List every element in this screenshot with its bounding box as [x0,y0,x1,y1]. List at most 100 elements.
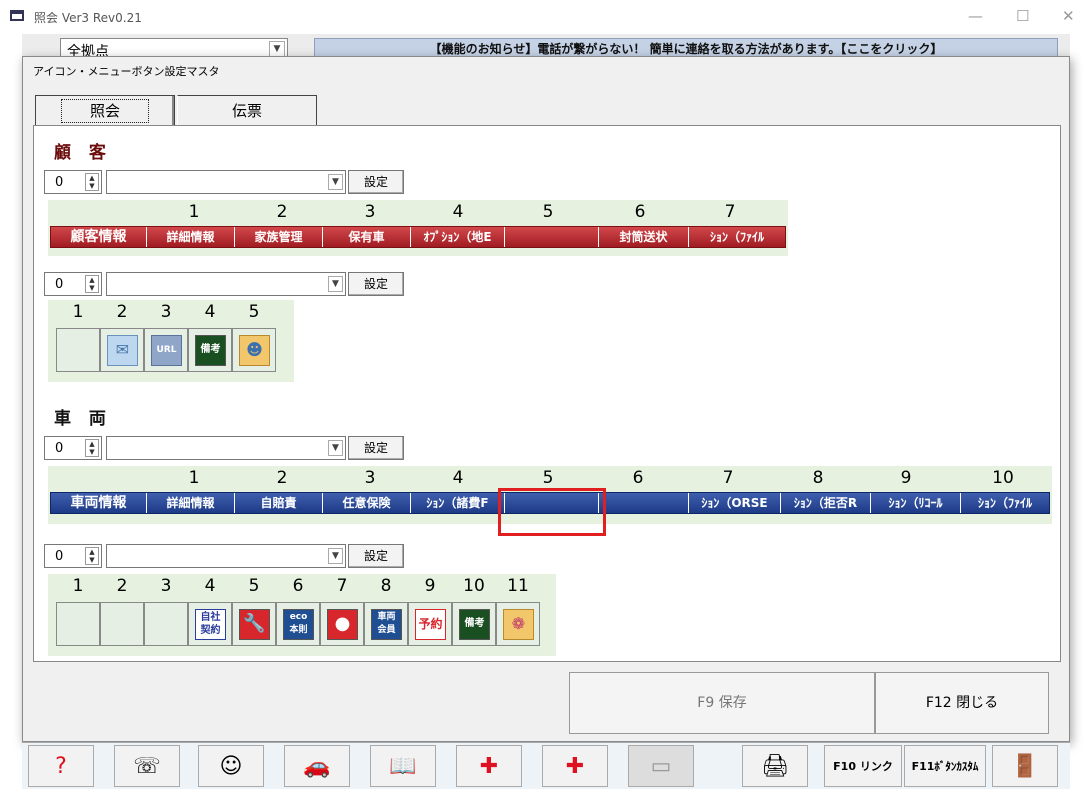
eco-label: eco 本則 [289,612,308,635]
icon-slot[interactable]: ❁ [496,602,540,646]
customer-menu-combo[interactable]: ▼ [106,170,346,194]
col-number: 8 [812,468,824,488]
vehicle-menu-combo[interactable]: ▼ [106,436,346,460]
icon-slot[interactable]: eco 本則 [276,602,320,646]
button-custom-button[interactable]: F11ﾎﾞﾀﾝｶｽﾀﾑ [904,745,986,787]
spin-arrows-icon[interactable]: ▲ ▼ [85,439,99,457]
spinner-value: 0 [55,277,64,292]
disabled-tool-icon[interactable]: ▭ [628,745,694,787]
chevron-down-icon[interactable]: ▼ [328,440,343,456]
icon-slot[interactable]: 🔧 [232,602,276,646]
menu-cell[interactable]: 顧客情報 [51,227,147,247]
vehicle-icon-set-button[interactable]: 設定 [348,544,404,568]
save-button[interactable]: F9 保存 [569,672,875,734]
customer-icon-combo[interactable]: ▼ [106,272,346,296]
col-number: 2 [116,302,128,322]
icon-slot[interactable]: 自社 契約 [188,602,232,646]
vehicle-menu-spinner[interactable]: 0 ▲ ▼ [44,436,102,460]
vehicle-icon-combo[interactable]: ▼ [106,544,346,568]
icon-slot-empty[interactable] [144,602,188,646]
close-window-button[interactable]: ✕ [1062,7,1075,25]
spinner-value: 0 [55,441,64,456]
link-button[interactable]: F10 リンク [824,745,902,787]
insurance-cross-icon[interactable]: ✚ [542,745,608,787]
selection-highlight [498,488,606,536]
printer-icon[interactable]: 🖨 [742,745,808,787]
tab-inquiry[interactable]: 照会 [35,95,175,125]
maximize-button[interactable]: ☐ [1016,7,1029,25]
vehicle-icon-spinner[interactable]: 0 ▲ ▼ [44,544,102,568]
menu-cell[interactable]: ｼｮﾝ（ﾌｧｲﾙ [961,493,1049,513]
mail-icon: ✉ [107,335,138,366]
menu-cell[interactable]: 家族管理 [235,227,323,247]
icon-slot[interactable]: 備考 [452,602,496,646]
menu-cell[interactable]: ｼｮﾝ（ﾘｺｰﾙ [871,493,961,513]
spin-arrows-icon[interactable]: ▲ ▼ [85,275,99,293]
chevron-down-icon[interactable]: ▼ [328,174,343,190]
close-dialog-button[interactable]: F12 閉じる [875,672,1049,734]
menu-cell[interactable]: 任意保険 [323,493,411,513]
customer-icon-spinner[interactable]: 0 ▲ ▼ [44,272,102,296]
icon-slot-empty[interactable] [56,328,100,372]
exit-door-icon[interactable]: 🚪 [992,745,1058,787]
spin-arrows-icon[interactable]: ▲ ▼ [85,173,99,191]
book-icon[interactable]: 📖 [370,745,436,787]
menu-cell-empty[interactable] [599,493,689,513]
reservation-icon: 予約 [415,609,446,640]
spin-arrows-icon[interactable]: ▲ ▼ [85,547,99,565]
menu-cell[interactable]: ｼｮﾝ（ﾌｧｲﾙ [689,227,785,247]
col-number: 4 [204,302,216,322]
col-number: 4 [452,202,464,222]
icon-slot[interactable]: ☻ [232,328,276,372]
icon-slot[interactable]: 車両 会員 [364,602,408,646]
menu-cell[interactable]: 保有車 [323,227,411,247]
col-number: 6 [634,202,646,222]
customers-icon[interactable]: ☺ [198,745,264,787]
minimize-button[interactable]: — [968,7,983,25]
window-titlebar: 照会 Ver3 Rev0.21 — ☐ ✕ [0,0,1091,34]
menu-cell[interactable]: 詳細情報 [147,227,235,247]
medical-cross-icon[interactable]: ✚ [456,745,522,787]
menu-cell[interactable]: 封筒送状 [599,227,689,247]
car-icon[interactable]: 🚗 [284,745,350,787]
reservation-label: 予約 [418,617,443,631]
customer-menu-bar: 顧客情報 詳細情報 家族管理 保有車 ｵﾌﾟｼｮﾝ（地E 封筒送状 ｼｮﾝ（ﾌｧ… [50,226,786,248]
icon-slot[interactable]: 備考 [188,328,232,372]
col-number: 5 [542,202,554,222]
menu-cell[interactable]: ｼｮﾝ（ORSE [689,493,781,513]
chevron-down-icon[interactable]: ▼ [328,276,343,292]
icon-slot[interactable]: URL [144,328,188,372]
tab-inquiry-label: 照会 [60,99,149,123]
app-icon [10,10,24,21]
customer-menu-spinner[interactable]: 0 ▲ ▼ [44,170,102,194]
icon-slot-empty[interactable] [56,602,100,646]
menu-cell[interactable]: ｼｮﾝ（拒否R [781,493,871,513]
memo-icon: 備考 [195,335,226,366]
icon-slot[interactable]: ✉ [100,328,144,372]
tab-slip[interactable]: 伝票 [177,95,317,125]
vehicle-menu-set-button[interactable]: 設定 [348,436,404,460]
icon-slot-empty[interactable] [100,602,144,646]
col-number: 6 [632,468,644,488]
chevron-down-icon[interactable]: ▼ [269,41,285,57]
folder-icon: ❁ [503,609,534,640]
company-contract-icon: 自社 契約 [195,609,226,640]
col-number: 9 [900,468,912,488]
vehicle-member-icon: 車両 会員 [371,609,402,640]
col-number: 3 [160,302,172,322]
col-number: 4 [204,576,216,596]
phone-icon[interactable]: ☏ [114,745,180,787]
menu-cell[interactable]: ｼｮﾝ（諸費F [411,493,505,513]
help-icon[interactable]: ? [28,745,94,787]
menu-cell[interactable]: 車両情報 [51,493,147,513]
menu-cell[interactable]: 詳細情報 [147,493,235,513]
icon-slot[interactable]: ● [320,602,364,646]
menu-cell[interactable]: 自賠責 [235,493,323,513]
vehicle-heading: 車 両 [54,409,112,429]
menu-cell[interactable]: ｵﾌﾟｼｮﾝ（地E [411,227,505,247]
chevron-down-icon[interactable]: ▼ [328,548,343,564]
icon-slot[interactable]: 予約 [408,602,452,646]
customer-icon-set-button[interactable]: 設定 [348,272,404,296]
menu-cell[interactable] [505,227,599,247]
customer-menu-set-button[interactable]: 設定 [348,170,404,194]
